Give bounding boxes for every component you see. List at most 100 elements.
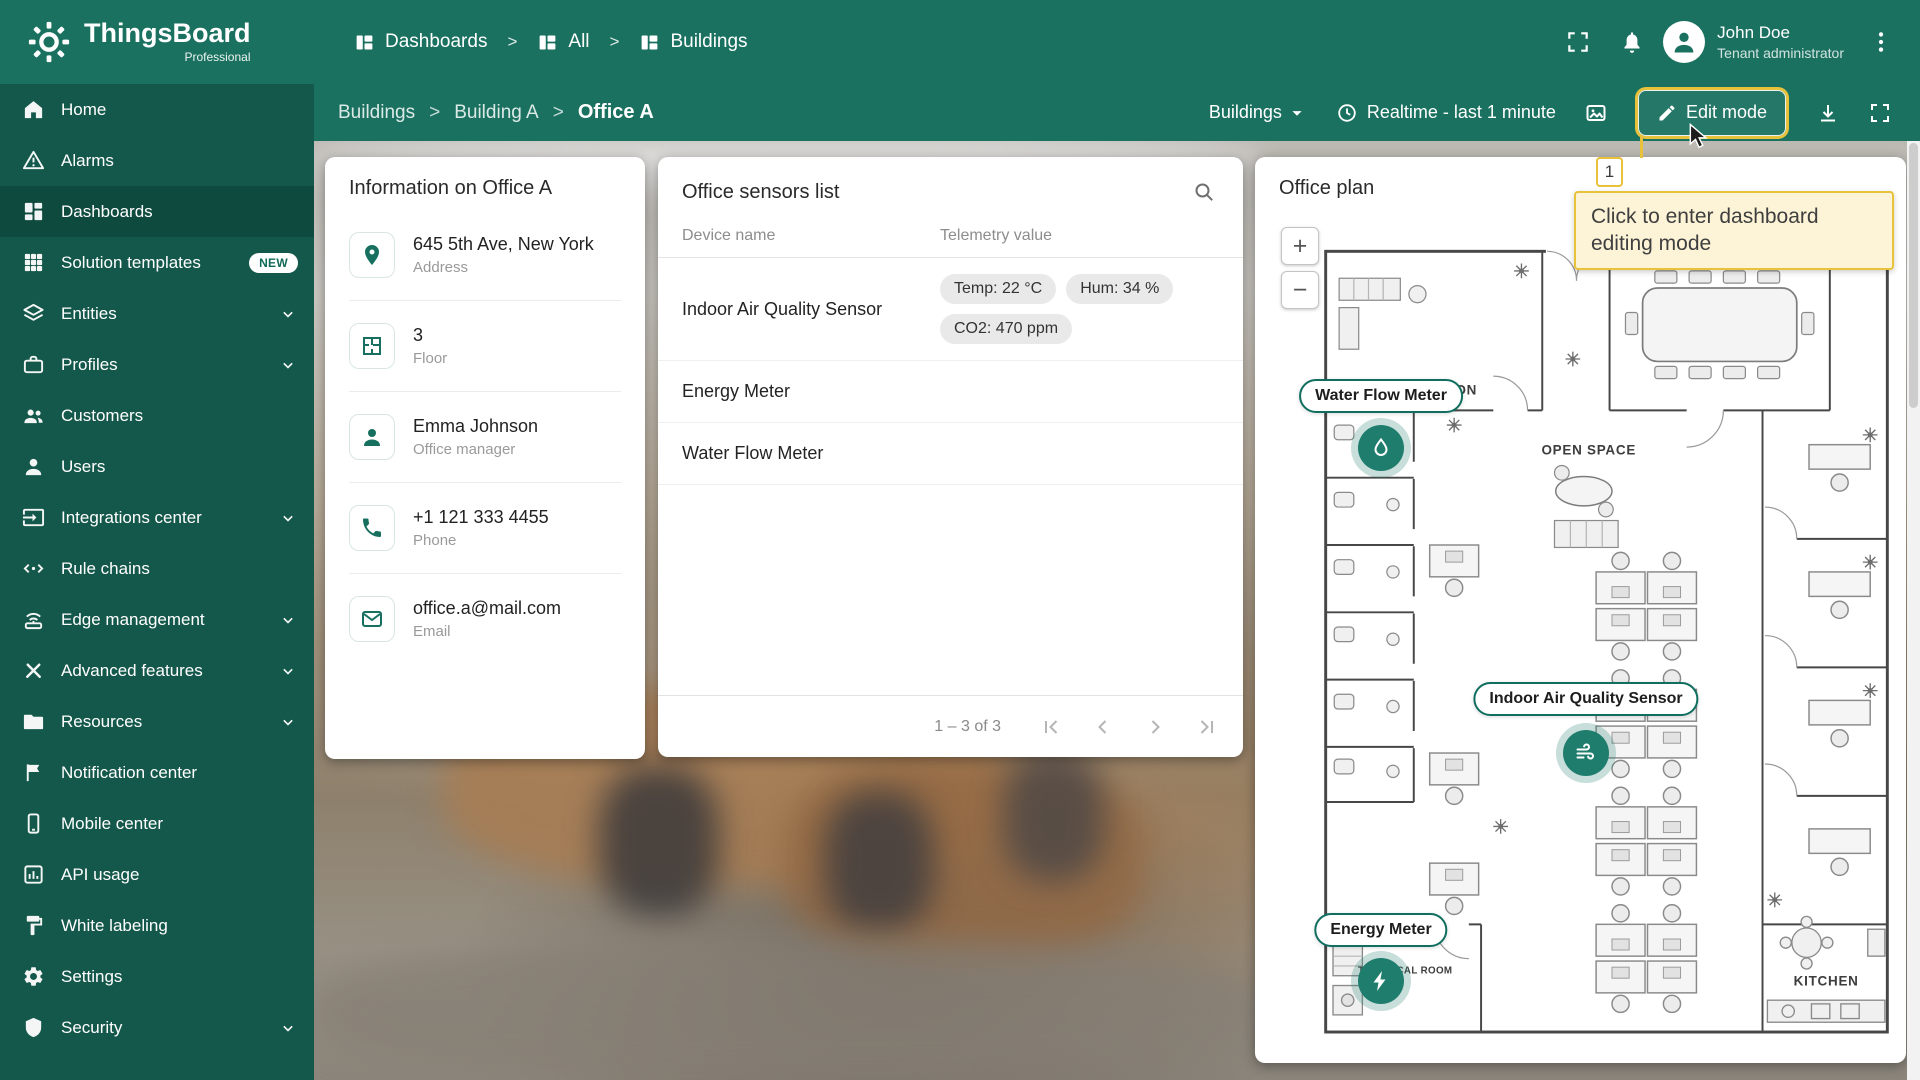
plan-marker-indoor-air-quality-sensor[interactable] [1563,730,1609,776]
more-menu-button[interactable] [1858,19,1904,65]
sidebar: Home Alarms Dashboards Solution templates NE… [0,84,314,1080]
top-breadcrumb-all[interactable]: All [537,31,590,53]
sensor-row-energy-meter[interactable]: Energy Meter [658,361,1243,423]
sidebar-item-white-labeling[interactable]: White labeling [0,900,314,951]
sidebar-item-label: Settings [61,966,123,986]
sidebar-item-solution-templates[interactable]: Solution templates NEW [0,237,314,288]
edge-icon [22,608,45,631]
fullscreen-button[interactable] [1555,19,1601,65]
toolbar-fullscreen-button[interactable] [1858,91,1902,135]
sidebar-item-label: Solution templates [61,252,201,272]
sidebar-item-entities[interactable]: Entities [0,288,314,339]
dashboard-image-button[interactable] [1574,91,1618,135]
sidebar-item-edge-management[interactable]: Edge management [0,594,314,645]
floorplan-icon [360,334,384,358]
info-label: Office manager [413,441,516,458]
thingsboard-brand[interactable]: ThingsBoard Professional [0,19,300,65]
info-value: +1 121 333 4455 [413,507,549,527]
sidebar-item-settings[interactable]: Settings [0,951,314,1002]
zoom-out-button[interactable]: − [1281,271,1319,309]
zoom-in-button[interactable]: + [1281,227,1319,265]
sidebar-item-label: Home [61,99,107,119]
search-button[interactable] [1187,175,1221,209]
plan-label-energy-meter[interactable]: Energy Meter [1314,913,1448,947]
breadcrumb: Dashboards > All > Buildings [354,31,748,53]
dashboard-breadcrumb-office-a[interactable]: Office A [578,101,654,124]
sidebar-item-label: Profiles [61,354,118,374]
sidebar-item-alarms[interactable]: Alarms [0,135,314,186]
resources-icon [22,710,45,733]
plan-marker-water-flow-meter[interactable] [1358,425,1404,471]
sidebar-item-resources[interactable]: Resources [0,696,314,747]
dashboard-breadcrumb-building-a[interactable]: Building A [454,102,539,124]
sensor-row-indoor-air-quality-sensor[interactable]: Indoor Air Quality Sensor Temp: 22 °C Hum:… [658,258,1243,361]
plan-card: Office plan + − OPEN SPACE KITCHEN TECHN… [1255,157,1906,1063]
floorplan-iconbox [349,323,395,369]
plan-label-water-flow-meter[interactable]: Water Flow Meter [1299,379,1463,413]
timewindow-button[interactable]: Realtime - last 1 minute [1336,102,1556,124]
sidebar-item-rule-chains[interactable]: Rule chains [0,543,314,594]
sidebar-item-customers[interactable]: Customers [0,390,314,441]
sensors-card: Office sensors list Device name Telemetr… [658,157,1243,757]
pin-icon [360,243,384,267]
sidebar-item-advanced-features[interactable]: Advanced features [0,645,314,696]
plan-label-indoor-air-quality-sensor[interactable]: Indoor Air Quality Sensor [1473,682,1699,716]
sidebar-item-label: Users [61,456,106,476]
edit-mode-button[interactable]: Edit mode [1637,89,1786,136]
download-button[interactable] [1806,91,1850,135]
office-plan-canvas[interactable]: RECEPTION OPEN SPACE [1299,239,1891,1037]
dashboard-breadcrumb-buildings[interactable]: Buildings [338,102,415,124]
info-label: Phone [413,532,457,549]
plan-marker-energy-meter[interactable] [1358,958,1404,1004]
notifications-button[interactable] [1609,19,1655,65]
sensor-row-water-flow-meter[interactable]: Water Flow Meter [658,423,1243,485]
sidebar-item-notification-center[interactable]: Notification center [0,747,314,798]
info-text: Emma Johnson Office manager [413,416,538,458]
pin-iconbox [349,232,395,278]
annotation-connector [1639,135,1643,158]
energy-bolt-icon [1369,969,1393,993]
room-label-kitchen: KITCHEN [1794,974,1859,989]
sidebar-item-security[interactable]: Security [0,1002,314,1053]
sidebar-item-label: Edge management [61,609,205,629]
sidebar-item-mobile-center[interactable]: Mobile center [0,798,314,849]
dashboard-breadcrumb: Buildings > Building A > Office A [338,101,654,124]
info-label: Email [413,623,451,640]
sidebar-item-integrations-center[interactable]: Integrations center [0,492,314,543]
sidebar-item-profiles[interactable]: Profiles [0,339,314,390]
pencil-icon [1657,103,1677,123]
scrollbar-thumb[interactable] [1909,143,1918,408]
sidebar-item-users[interactable]: Users [0,441,314,492]
notification-icon [22,761,45,784]
top-breadcrumb-dashboards[interactable]: Dashboards [354,31,487,53]
clock-icon [1336,102,1358,124]
last-page-icon[interactable] [1195,715,1219,739]
telemetry-chip: Hum: 34 % [1066,274,1174,304]
entities-icon [22,302,45,325]
user-avatar[interactable] [1663,21,1706,63]
dashboard-content: Information on Office A 645 5th Ave, New… [314,141,1920,1080]
content-scrollbar[interactable] [1907,141,1920,1080]
info-text: +1 121 333 4455 Phone [413,507,549,549]
sidebar-item-label: Integrations center [61,507,202,527]
breadcrumb-separator: > [507,32,518,51]
first-page-icon[interactable] [1039,715,1063,739]
sidebar-item-dashboards[interactable]: Dashboards [0,186,314,237]
previous-page-icon[interactable] [1091,715,1115,739]
next-page-icon[interactable] [1143,715,1167,739]
alarm-icon [22,149,45,172]
sensors-card-title: Office sensors list [682,180,840,203]
sidebar-item-home[interactable]: Home [0,84,314,135]
users-icon [360,425,384,449]
email-icon [360,607,384,631]
sidebar-item-api-usage[interactable]: API usage [0,849,314,900]
fullscreen-icon [1868,101,1892,125]
user-info[interactable]: John Doe Tenant administrator [1717,22,1844,62]
info-row-floor: 3 Floor [349,301,621,392]
top-breadcrumb-buildings[interactable]: Buildings [639,31,748,53]
table-header: Device name Telemetry value [658,217,1243,258]
entity-select[interactable]: Buildings [1199,94,1318,132]
room-label-open-space: OPEN SPACE [1541,442,1636,457]
image-icon [1584,101,1608,125]
fullscreen-icon [1565,29,1591,55]
